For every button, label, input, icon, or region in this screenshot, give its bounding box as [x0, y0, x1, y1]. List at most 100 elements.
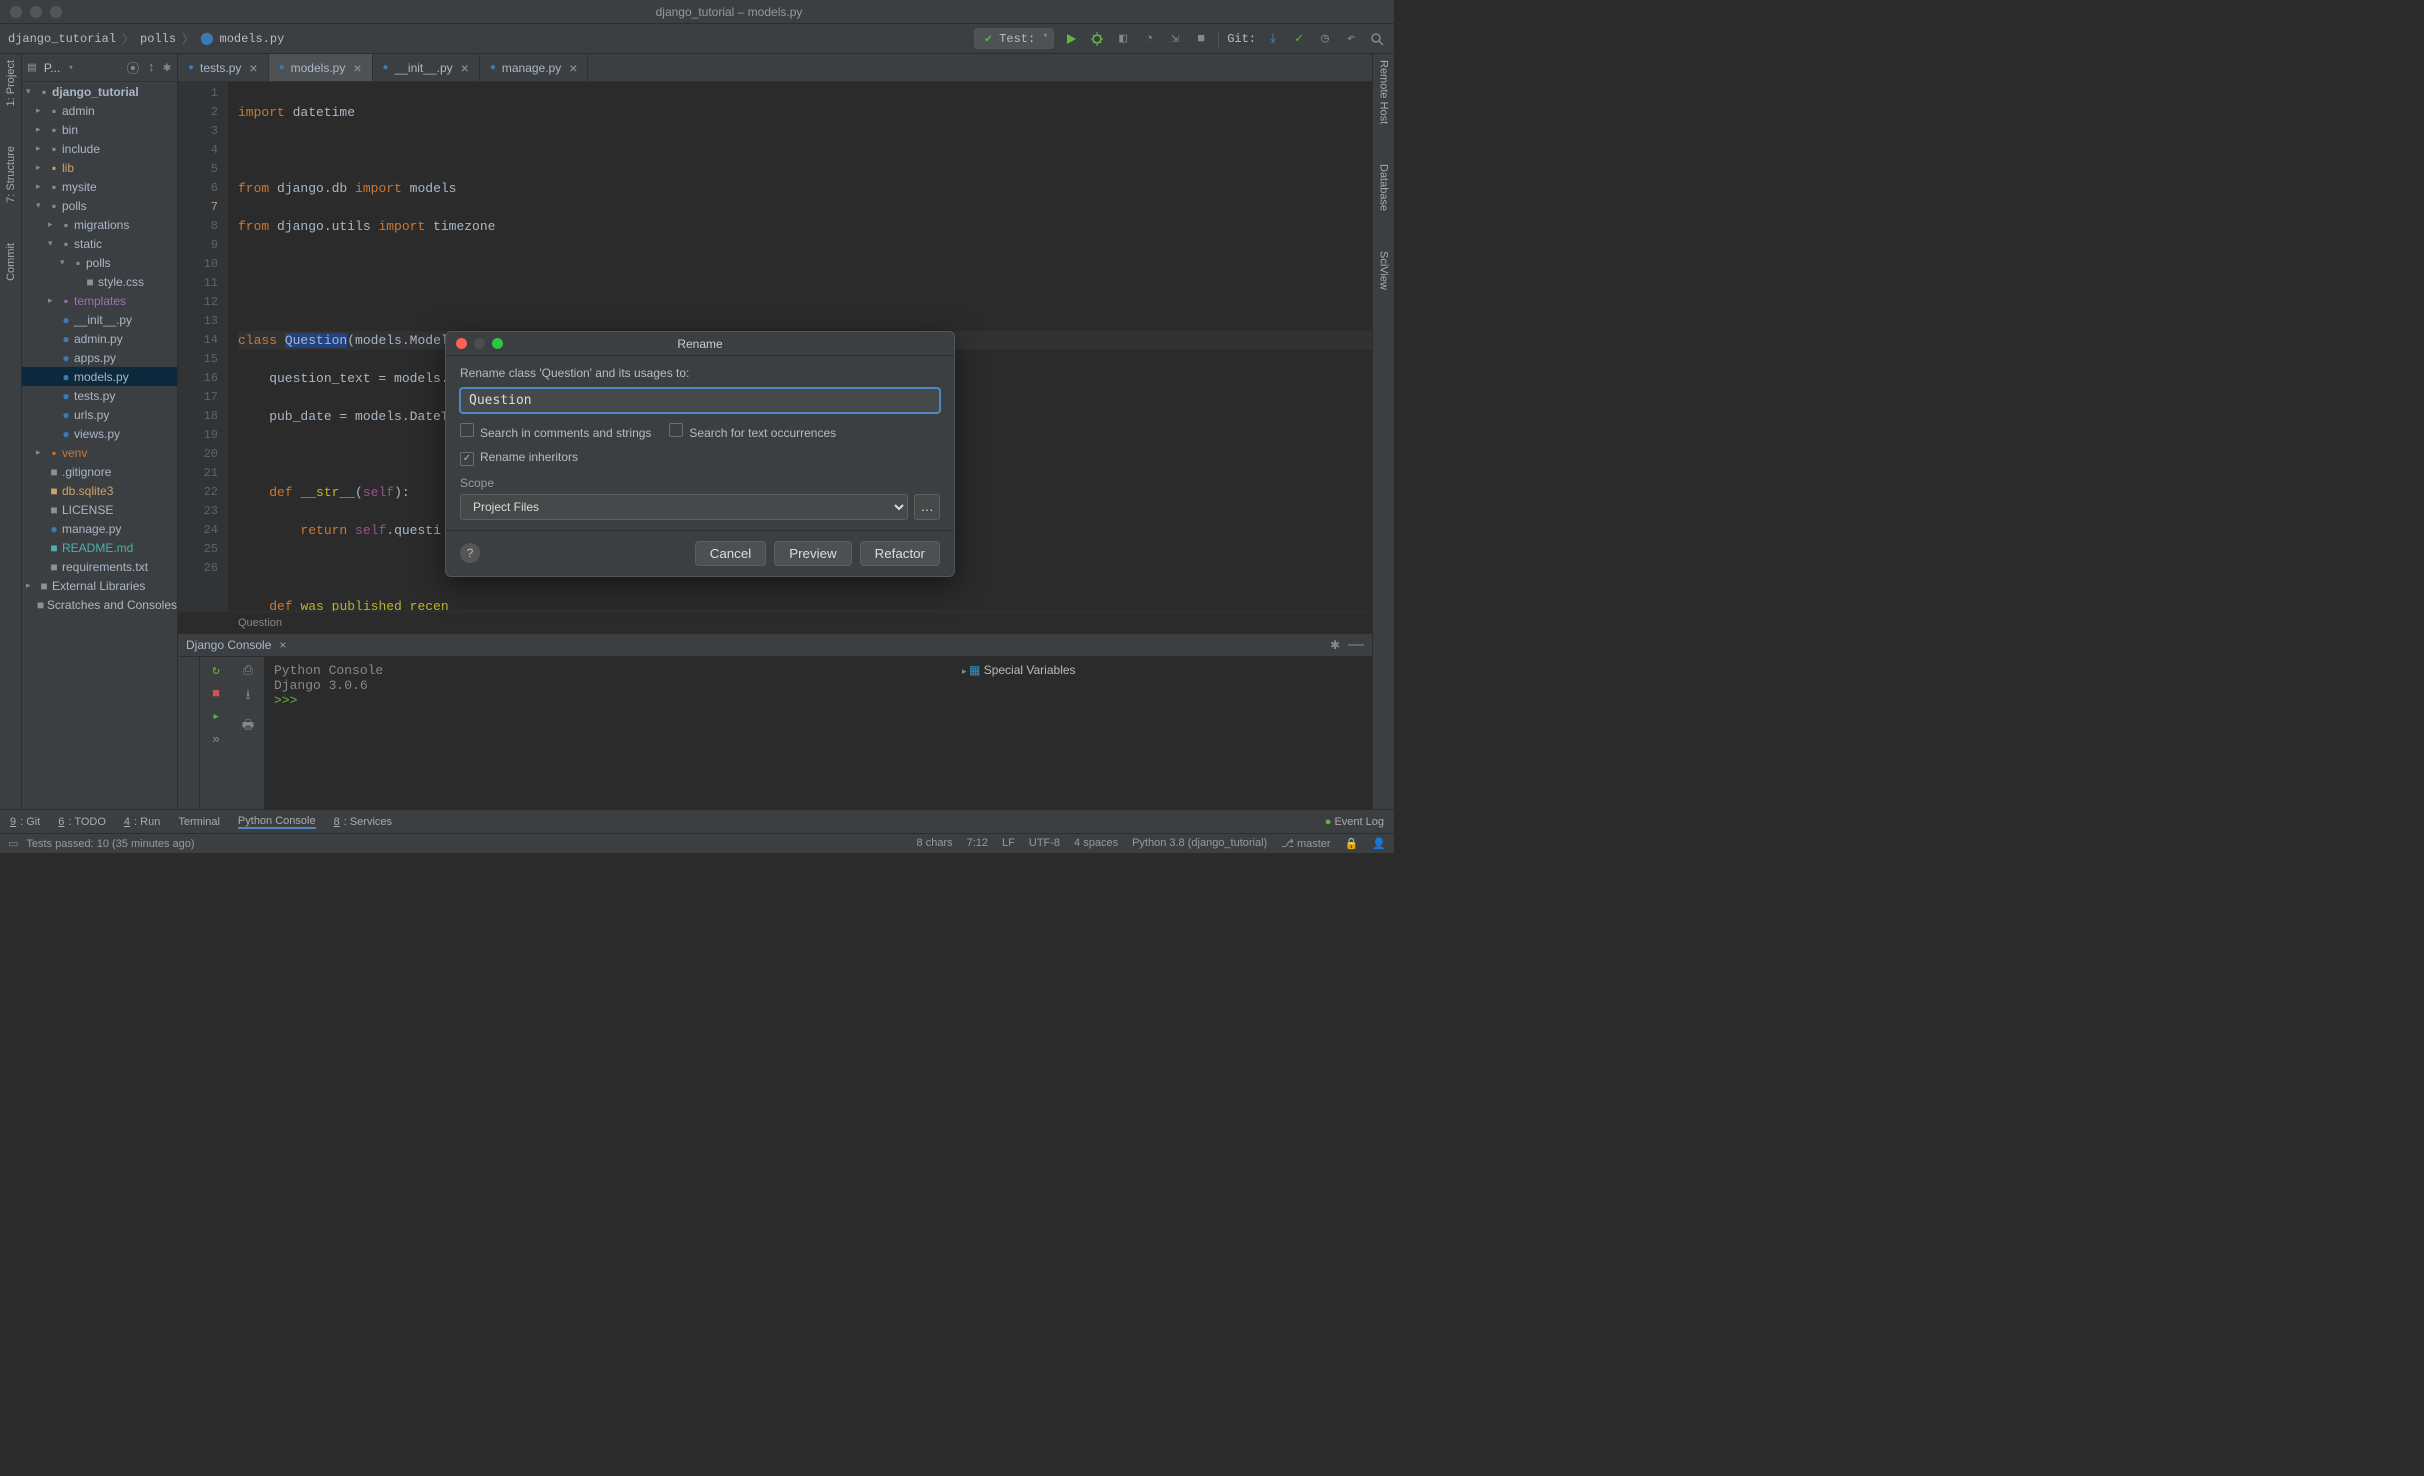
tree-item[interactable]: ● admin.py: [22, 329, 177, 348]
more-icon[interactable]: »: [212, 732, 220, 747]
stop-icon[interactable]: ■: [212, 686, 220, 701]
variables-panel[interactable]: ▸ ▦ Special Variables: [952, 657, 1372, 809]
tree-item[interactable]: ● __init__.py: [22, 310, 177, 329]
git-commit-icon[interactable]: ✓: [1290, 30, 1308, 48]
close-icon[interactable]: ×: [249, 60, 257, 76]
stop-button[interactable]: ■: [1192, 30, 1210, 48]
rerun-icon[interactable]: ↻: [212, 663, 220, 678]
editor-tab[interactable]: ●tests.py×: [178, 54, 269, 81]
tree-item[interactable]: ▾▪ django_tutorial: [22, 82, 177, 101]
run-config-dropdown[interactable]: ✔ Test:: [974, 28, 1054, 49]
scope-ellipsis-button[interactable]: …: [914, 494, 940, 520]
search-comments-checkbox[interactable]: Search in comments and strings: [460, 423, 651, 440]
print-icon[interactable]: 🖶: [242, 716, 254, 738]
tree-item[interactable]: ● manage.py: [22, 519, 177, 538]
tool-tab-sciview[interactable]: SciView: [1378, 251, 1390, 290]
tree-item[interactable]: ● apps.py: [22, 348, 177, 367]
tool-window-tab[interactable]: Python Console: [238, 815, 316, 829]
console-output[interactable]: Python Console Django 3.0.6 >>>: [264, 657, 952, 809]
gear-icon[interactable]: ✱: [163, 60, 171, 75]
editor-tab[interactable]: ●models.py×: [269, 54, 373, 81]
inspector-icon[interactable]: 👤: [1372, 837, 1386, 850]
output-icon[interactable]: ⎙: [243, 663, 253, 678]
run-button[interactable]: [1062, 30, 1080, 48]
refactor-button[interactable]: Refactor: [860, 541, 940, 566]
tree-item[interactable]: ■ style.css: [22, 272, 177, 291]
breadcrumb-item[interactable]: polls: [140, 32, 176, 46]
tree-item[interactable]: ■ LICENSE: [22, 500, 177, 519]
minimize-icon[interactable]: [30, 6, 42, 18]
tree-item[interactable]: ▸▪ lib: [22, 158, 177, 177]
tree-item[interactable]: ▾▪ static: [22, 234, 177, 253]
tool-tab-database[interactable]: Database: [1378, 164, 1390, 211]
collapse-icon[interactable]: ↕: [147, 60, 155, 75]
git-rollback-icon[interactable]: ↶: [1342, 30, 1360, 48]
tool-tab-commit[interactable]: Commit: [5, 243, 17, 281]
tool-window-tab[interactable]: 6: TODO: [58, 816, 106, 828]
tree-item[interactable]: ● views.py: [22, 424, 177, 443]
breadcrumb-item[interactable]: django_tutorial: [8, 32, 116, 46]
locate-icon[interactable]: ⦿: [126, 58, 139, 77]
tool-tab-remote[interactable]: Remote Host: [1378, 60, 1390, 124]
tool-tab-structure[interactable]: 7: Structure: [5, 146, 17, 203]
profile-button[interactable]: ◔: [1140, 30, 1158, 48]
help-button[interactable]: ?: [460, 543, 480, 563]
tree-item[interactable]: ▸▪ include: [22, 139, 177, 158]
run-icon[interactable]: ▸: [212, 709, 220, 724]
preview-button[interactable]: Preview: [774, 541, 851, 566]
scope-dropdown[interactable]: Project Files: [460, 494, 908, 520]
attach-button[interactable]: ⇲: [1166, 30, 1184, 48]
tree-item[interactable]: ● models.py: [22, 367, 177, 386]
tree-item[interactable]: ■ db.sqlite3: [22, 481, 177, 500]
search-icon[interactable]: [1368, 30, 1386, 48]
tree-item[interactable]: ■ Scratches and Consoles: [22, 595, 177, 614]
notification-icon[interactable]: ▭: [8, 837, 18, 850]
lock-icon[interactable]: 🔒: [1345, 837, 1359, 850]
breadcrumb-item[interactable]: models.py: [220, 32, 285, 46]
close-icon[interactable]: ×: [353, 60, 361, 76]
maximize-icon[interactable]: [50, 6, 62, 18]
close-icon[interactable]: ×: [279, 638, 286, 652]
tree-item[interactable]: ■ requirements.txt: [22, 557, 177, 576]
tree-item[interactable]: ▸▪ templates: [22, 291, 177, 310]
console-tab[interactable]: Django Console: [186, 638, 271, 652]
cancel-button[interactable]: Cancel: [695, 541, 767, 566]
tool-window-tab[interactable]: Terminal: [178, 816, 220, 828]
tree-item[interactable]: ▸■ External Libraries: [22, 576, 177, 595]
editor-crumb-bar[interactable]: Question: [178, 611, 1372, 633]
editor-tab[interactable]: ●__init__.py×: [373, 54, 480, 81]
breadcrumb[interactable]: django_tutorial 〉 polls 〉 ⬤ models.py: [8, 30, 284, 47]
tree-item[interactable]: ▸▪ admin: [22, 101, 177, 120]
tree-item[interactable]: ▸▪ venv: [22, 443, 177, 462]
search-text-checkbox[interactable]: Search for text occurrences: [669, 423, 836, 440]
tool-window-tab[interactable]: 4: Run: [124, 816, 160, 828]
panel-title[interactable]: P...: [44, 61, 60, 75]
tree-item[interactable]: ■ .gitignore: [22, 462, 177, 481]
tree-item[interactable]: ■ README.md: [22, 538, 177, 557]
project-tree[interactable]: ▾▪ django_tutorial▸▪ admin▸▪ bin▸▪ inclu…: [22, 82, 177, 809]
coverage-button[interactable]: ◧: [1114, 30, 1132, 48]
rename-input[interactable]: [460, 388, 940, 413]
close-icon[interactable]: [10, 6, 22, 18]
rename-inheritors-checkbox[interactable]: Rename inheritors: [460, 450, 578, 466]
git-update-icon[interactable]: ⤓: [1264, 30, 1282, 48]
tree-item[interactable]: ▸▪ mysite: [22, 177, 177, 196]
editor-tab[interactable]: ●manage.py×: [480, 54, 589, 81]
tree-item[interactable]: ▸▪ bin: [22, 120, 177, 139]
hide-icon[interactable]: —: [1348, 636, 1364, 654]
tool-window-tab[interactable]: 8: Services: [334, 816, 392, 828]
tree-item[interactable]: ● urls.py: [22, 405, 177, 424]
tree-item[interactable]: ▸▪ migrations: [22, 215, 177, 234]
tree-item[interactable]: ● tests.py: [22, 386, 177, 405]
tool-window-tab[interactable]: 9: Git: [10, 816, 40, 828]
gear-icon[interactable]: ✱: [1330, 638, 1340, 652]
close-icon[interactable]: ×: [569, 60, 577, 76]
debug-button[interactable]: [1088, 30, 1106, 48]
git-history-icon[interactable]: ◷: [1316, 30, 1334, 48]
tree-item[interactable]: ▾▪ polls: [22, 253, 177, 272]
tree-item[interactable]: ▾▪ polls: [22, 196, 177, 215]
event-log[interactable]: ● Event Log: [1325, 816, 1384, 828]
download-icon[interactable]: ⭳: [246, 686, 251, 708]
tool-tab-project[interactable]: 1: Project: [5, 60, 17, 106]
close-icon[interactable]: ×: [461, 60, 469, 76]
